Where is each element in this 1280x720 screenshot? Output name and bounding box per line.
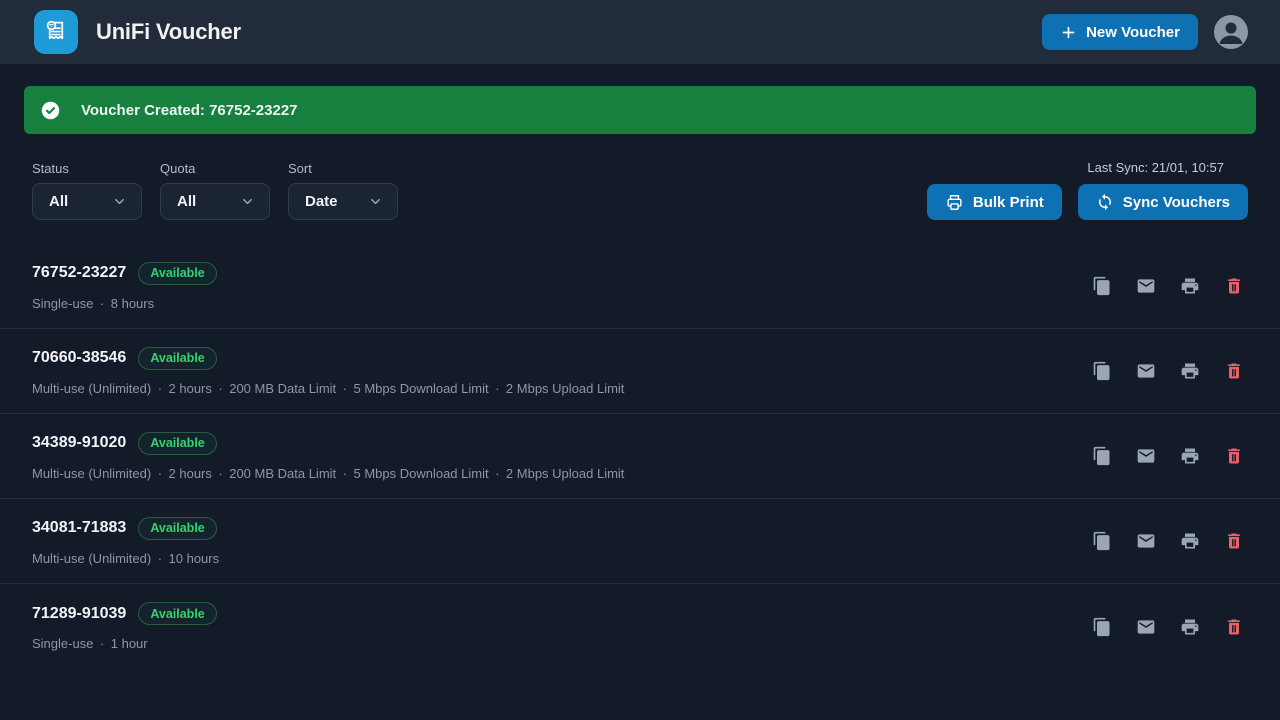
filter-bar: Status All Quota All Sort Date [32, 160, 1248, 220]
page-title: UniFi Voucher [96, 19, 241, 45]
voucher-row: 70660-38546 Available Multi-use (Unlimit… [0, 329, 1280, 414]
last-sync-text: Last Sync: 21/01, 10:57 [1087, 160, 1224, 175]
voucher-details: Multi-use (Unlimited) · 2 hours · 200 MB… [32, 466, 624, 481]
avatar[interactable] [1214, 15, 1248, 49]
status-badge: Available [138, 347, 216, 370]
voucher-row: 71289-91039 Available Single-use · 1 hou… [0, 584, 1280, 669]
delete-icon[interactable] [1224, 276, 1244, 296]
quota-filter-label: Quota [160, 161, 270, 176]
quota-filter-select[interactable]: All [160, 183, 270, 220]
new-voucher-label: New Voucher [1086, 24, 1180, 41]
app-header: UniFi Voucher New Voucher [0, 0, 1280, 64]
printer-icon [945, 193, 964, 212]
status-badge: Available [138, 262, 216, 285]
email-icon[interactable] [1136, 361, 1156, 381]
voucher-code: 70660-38546 [32, 349, 126, 367]
voucher-code: 71289-91039 [32, 605, 126, 623]
voucher-details: Single-use · 1 hour [32, 636, 217, 651]
check-circle-icon [40, 100, 61, 121]
voucher-code: 34389-91020 [32, 434, 126, 452]
sort-filter-select[interactable]: Date [288, 183, 398, 220]
print-icon[interactable] [1180, 617, 1200, 637]
voucher-code: 34081-71883 [32, 519, 126, 537]
copy-icon[interactable] [1092, 446, 1112, 466]
email-icon[interactable] [1136, 531, 1156, 551]
voucher-row: 76752-23227 Available Single-use · 8 hou… [0, 244, 1280, 329]
sync-vouchers-button[interactable]: Sync Vouchers [1078, 184, 1248, 220]
voucher-code: 76752-23227 [32, 264, 126, 282]
voucher-row: 34389-91020 Available Multi-use (Unlimit… [0, 414, 1280, 499]
email-icon[interactable] [1136, 446, 1156, 466]
banner-message: Voucher Created: 76752-23227 [81, 102, 298, 119]
status-badge: Available [138, 517, 216, 540]
print-icon[interactable] [1180, 361, 1200, 381]
quota-filter-group: Quota All [160, 161, 270, 220]
delete-icon[interactable] [1224, 617, 1244, 637]
new-voucher-button[interactable]: New Voucher [1042, 14, 1198, 50]
voucher-details: Single-use · 8 hours [32, 296, 217, 311]
delete-icon[interactable] [1224, 361, 1244, 381]
status-badge: Available [138, 602, 216, 625]
voucher-logo-icon [34, 10, 78, 54]
email-icon[interactable] [1136, 276, 1156, 296]
sort-filter-group: Sort Date [288, 161, 398, 220]
status-filter-group: Status All [32, 161, 142, 220]
success-banner: Voucher Created: 76752-23227 [24, 86, 1256, 134]
bulk-print-button[interactable]: Bulk Print [927, 184, 1062, 220]
print-icon[interactable] [1180, 276, 1200, 296]
sync-icon [1096, 193, 1114, 211]
copy-icon[interactable] [1092, 531, 1112, 551]
chevron-down-icon [112, 194, 127, 209]
delete-icon[interactable] [1224, 531, 1244, 551]
voucher-list: 76752-23227 Available Single-use · 8 hou… [0, 244, 1280, 669]
sort-filter-label: Sort [288, 161, 398, 176]
status-filter-label: Status [32, 161, 142, 176]
chevron-down-icon [368, 194, 383, 209]
sort-filter-value: Date [305, 193, 338, 210]
print-icon[interactable] [1180, 446, 1200, 466]
print-icon[interactable] [1180, 531, 1200, 551]
status-filter-value: All [49, 193, 68, 210]
sync-vouchers-label: Sync Vouchers [1123, 194, 1230, 211]
copy-icon[interactable] [1092, 361, 1112, 381]
status-badge: Available [138, 432, 216, 455]
plus-icon [1060, 24, 1077, 41]
voucher-details: Multi-use (Unlimited) · 10 hours [32, 551, 219, 566]
voucher-row: 34081-71883 Available Multi-use (Unlimit… [0, 499, 1280, 584]
quota-filter-value: All [177, 193, 196, 210]
status-filter-select[interactable]: All [32, 183, 142, 220]
email-icon[interactable] [1136, 617, 1156, 637]
chevron-down-icon [240, 194, 255, 209]
copy-icon[interactable] [1092, 276, 1112, 296]
copy-icon[interactable] [1092, 617, 1112, 637]
voucher-details: Multi-use (Unlimited) · 2 hours · 200 MB… [32, 381, 624, 396]
delete-icon[interactable] [1224, 446, 1244, 466]
bulk-print-label: Bulk Print [973, 194, 1044, 211]
